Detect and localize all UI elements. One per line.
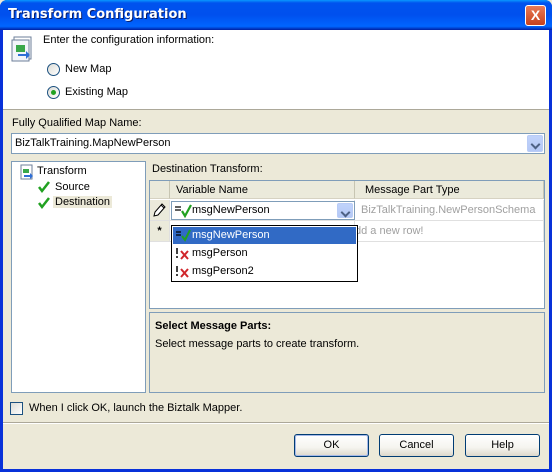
window-title: Transform Configuration — [8, 7, 187, 22]
map-name-combo[interactable]: BizTalkTraining.MapNewPerson — [11, 133, 545, 154]
close-button[interactable]: X — [525, 5, 546, 26]
new-map-radio[interactable] — [47, 63, 60, 76]
dropdown-item-msgnewperson[interactable]: msgNewPerson — [173, 227, 356, 244]
column-header-message-part-type[interactable]: Message Part Type — [355, 181, 544, 199]
variable-dropdown-list[interactable]: msgNewPerson msgPerson msgPerson2 — [171, 225, 358, 282]
dropdown-item-msgperson[interactable]: msgPerson — [173, 245, 356, 262]
tree-item-source[interactable]: Source — [55, 181, 90, 193]
launch-mapper-label[interactable]: When I click OK, launch the Biztalk Mapp… — [29, 402, 242, 414]
row-selector[interactable] — [150, 200, 170, 221]
map-name-label: Fully Qualified Map Name: — [12, 117, 142, 129]
dialog-window: Transform Configuration X Enter the conf… — [0, 0, 552, 472]
config-tree[interactable]: Transform Source Destination — [11, 161, 146, 393]
message-invalid-icon — [176, 266, 189, 278]
message-part-type-cell: BizTalkTraining.NewPersonSchema — [355, 200, 544, 221]
ok-button[interactable]: OK — [294, 434, 369, 457]
help-button[interactable]: Help — [465, 434, 540, 457]
chevron-down-icon[interactable] — [527, 135, 543, 152]
header-panel: Enter the configuration information: New… — [3, 30, 549, 110]
row-header-corner — [150, 181, 170, 199]
destination-label: Destination Transform: — [152, 163, 263, 175]
new-row-selector[interactable]: * — [150, 221, 170, 242]
message-valid-icon — [175, 204, 192, 218]
info-text: Select message parts to create transform… — [155, 338, 360, 350]
pencil-icon — [153, 203, 166, 217]
config-prompt: Enter the configuration information: — [43, 34, 215, 46]
chevron-down-icon[interactable] — [337, 203, 353, 218]
column-header-variable-name[interactable]: Variable Name — [170, 181, 355, 199]
dropdown-item-msgperson2[interactable]: msgPerson2 — [173, 263, 356, 280]
dialog-body: Enter the configuration information: New… — [3, 30, 549, 469]
transform-config-icon — [11, 36, 32, 62]
variable-name-combo[interactable]: msgNewPerson — [171, 201, 355, 220]
tree-root-transform[interactable]: Transform — [37, 165, 87, 177]
dropdown-item-label: msgNewPerson — [192, 229, 270, 241]
message-invalid-icon — [176, 248, 189, 260]
launch-mapper-checkbox[interactable] — [10, 402, 23, 415]
variable-name-value: msgNewPerson — [192, 204, 270, 216]
message-valid-icon — [176, 229, 191, 242]
info-title: Select Message Parts: — [155, 320, 272, 332]
destination-grid: Variable Name Message Part Type msgNewPe… — [149, 180, 545, 309]
transform-node-icon — [20, 164, 33, 180]
footer-divider — [3, 422, 549, 424]
existing-map-radio[interactable] — [47, 86, 60, 99]
new-map-label[interactable]: New Map — [65, 63, 111, 75]
dropdown-item-label: msgPerson2 — [192, 265, 254, 277]
checkmark-icon — [38, 197, 50, 210]
map-name-value: BizTalkTraining.MapNewPerson — [15, 137, 171, 149]
title-bar[interactable]: Transform Configuration X — [0, 0, 552, 30]
tree-item-destination[interactable]: Destination — [53, 196, 113, 208]
existing-map-label[interactable]: Existing Map — [65, 86, 128, 98]
cancel-button[interactable]: Cancel — [379, 434, 454, 457]
checkmark-icon — [38, 181, 50, 194]
new-row-hint: dd a new row! — [355, 221, 544, 242]
variable-name-cell[interactable]: msgNewPerson — [170, 200, 355, 221]
info-panel: Select Message Parts: Select message par… — [149, 312, 545, 393]
dropdown-item-label: msgPerson — [192, 247, 248, 259]
